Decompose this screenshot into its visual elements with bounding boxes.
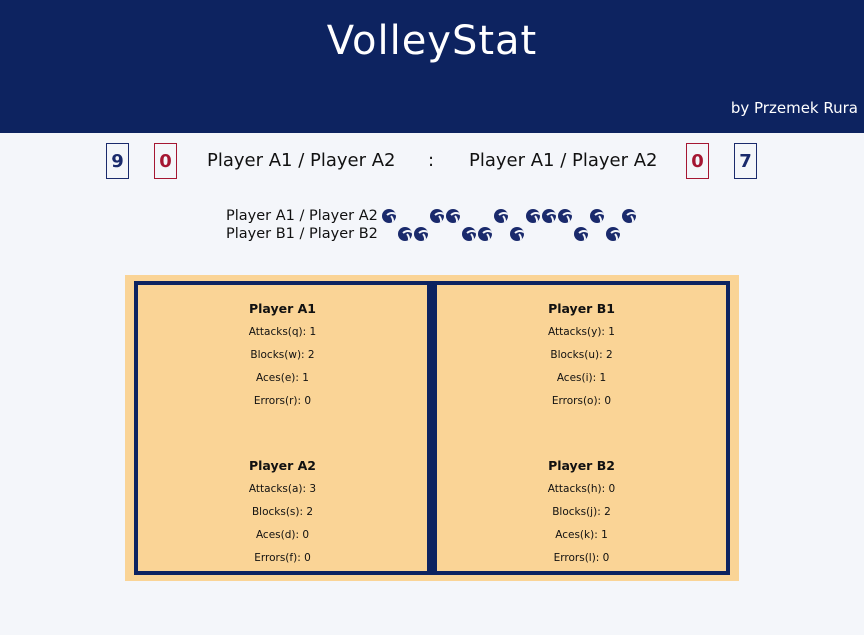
- volleyball-icon: [622, 209, 636, 223]
- stat-blocks: Blocks(j): 2: [552, 506, 611, 518]
- stat-errors: Errors(o): 0: [551, 395, 612, 407]
- volleyball-icon: [558, 209, 572, 223]
- left-team-name: Player A1 / Player A2: [207, 150, 396, 171]
- player-card-a1[interactable]: Player A1 Attacks(q): 1 Blocks(w): 2 Ace…: [138, 301, 427, 417]
- left-points-counter: 0: [154, 143, 177, 179]
- volleyball-icon: [526, 209, 540, 223]
- volleyball-icon: [574, 227, 588, 241]
- stat-aces: Aces(i): 1: [556, 372, 607, 384]
- stat-aces: Aces(k): 1: [555, 529, 608, 541]
- author-byline: by Przemek Rura: [730, 99, 858, 117]
- player-card-a2[interactable]: Player A2 Attacks(a): 3 Blocks(s): 2 Ace…: [138, 458, 427, 574]
- player-name: Player B1: [548, 301, 615, 316]
- player-card-b1[interactable]: Player B1 Attacks(y): 1 Blocks(u): 2 Ace…: [437, 301, 726, 417]
- volleyball-icon: [430, 209, 444, 223]
- volleyball-icon: [494, 209, 508, 223]
- stat-errors: Errors(r): 0: [253, 395, 312, 407]
- volleyball-icon: [382, 209, 396, 223]
- court-field: Player A1 Attacks(q): 1 Blocks(w): 2 Ace…: [134, 281, 730, 575]
- right-points-counter: 0: [686, 143, 709, 179]
- stat-blocks: Blocks(w): 2: [250, 349, 315, 361]
- court: Player A1 Attacks(q): 1 Blocks(w): 2 Ace…: [125, 275, 739, 581]
- player-card-b2[interactable]: Player B2 Attacks(h): 0 Blocks(j): 2 Ace…: [437, 458, 726, 574]
- volleyball-icon: [446, 209, 460, 223]
- stat-blocks: Blocks(u): 2: [550, 349, 613, 361]
- scoreboard: 9 0 Player A1 / Player A2 : Player A1 / …: [0, 143, 864, 179]
- volleyball-icon: [414, 227, 428, 241]
- stat-aces: Aces(d): 0: [255, 529, 310, 541]
- stat-attacks: Attacks(a): 3: [248, 483, 317, 495]
- app-header: VolleyStat by Przemek Rura: [0, 0, 864, 133]
- set-history-team-label: Player B1 / Player B2: [226, 226, 378, 242]
- right-team-name: Player A1 / Player A2: [469, 150, 658, 171]
- stat-attacks: Attacks(y): 1: [548, 326, 615, 338]
- volleyball-icon: [590, 209, 604, 223]
- player-name: Player A2: [248, 458, 316, 473]
- volleyball-icon: [462, 227, 476, 241]
- stat-attacks: Attacks(h): 0: [547, 483, 616, 495]
- player-name: Player B2: [548, 458, 615, 473]
- stat-errors: Errors(l): 0: [553, 552, 610, 564]
- stat-errors: Errors(f): 0: [254, 552, 311, 564]
- left-sets-counter: 9: [106, 143, 129, 179]
- volleyball-icon: [398, 227, 412, 241]
- stat-aces: Aces(e): 1: [256, 372, 309, 384]
- volleyball-icon: [606, 227, 620, 241]
- app-title: VolleyStat: [326, 18, 538, 64]
- volleyball-icon: [478, 227, 492, 241]
- player-name: Player A1: [248, 301, 316, 316]
- stat-attacks: Attacks(q): 1: [248, 326, 317, 338]
- volleyball-icon: [542, 209, 556, 223]
- right-sets-counter: 7: [734, 143, 757, 179]
- court-net: [427, 285, 437, 571]
- volleyball-icon: [510, 227, 524, 241]
- stat-blocks: Blocks(s): 2: [251, 506, 314, 518]
- set-history-team-label: Player A1 / Player A2: [226, 208, 378, 224]
- score-separator: :: [428, 150, 435, 171]
